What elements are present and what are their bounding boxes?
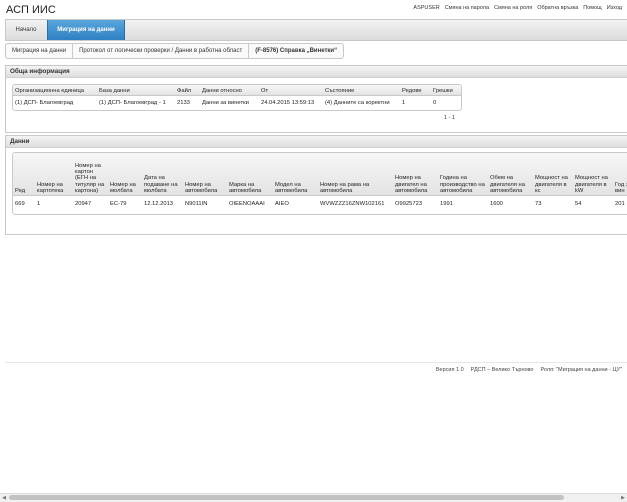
cell-card-number: 20947 [75,201,92,207]
cell-engine-volume: 1600 [490,201,503,207]
general-info-grid: Организационна единица База данни Файл Д… [12,84,462,111]
col-data-about[interactable]: Данни относно [200,85,259,96]
col-car-make[interactable]: Марка на автомобила [227,153,273,196]
scroll-left-icon[interactable]: ◀ [1,495,7,501]
data-grid: Ред Номер на картотека Номер на картон (… [12,152,627,215]
data-panel-title[interactable]: Данни [6,136,627,148]
breadcrumb: Миграция на данни Протокол от логически … [5,43,345,59]
col-application-number[interactable]: Номер на молбата [108,153,142,196]
breadcrumb-item-protocol[interactable]: Протокол от логически проверки / Данни в… [72,44,248,58]
horizontal-scrollbar[interactable]: ◀ ▶ [0,493,627,502]
col-car-number[interactable]: Номер на автомобила [183,153,227,196]
general-info-pager: 1 - 1 [444,115,456,121]
change-password-link[interactable]: Смяна на парола [445,5,489,11]
col-errors[interactable]: Грешки [431,85,461,96]
col-database[interactable]: База данни [97,85,175,96]
breadcrumb-item-current: (F-8576) Справка „Винетки“ [248,44,343,58]
user-link[interactable]: ASPUSER [413,5,439,11]
footer-role: Роля: "Миграция на данни - ЦУ" [540,367,622,373]
cell-row: 669 [15,201,25,207]
general-info-panel: Обща информация Организационна единица Б… [5,65,627,133]
change-role-link[interactable]: Смяна на роля [494,5,532,11]
cell-application-number: ЕС-79 [110,201,127,207]
col-car-model[interactable]: Модел на автомобила [273,153,318,196]
col-engine-number[interactable]: Номер на двигател на автомобила [393,153,438,196]
col-power-hp[interactable]: Мощност на двигателя в кс [533,153,573,196]
table-row[interactable]: 669 1 20947 ЕС-79 12.12.2013 N9011IN OIE… [13,196,627,213]
col-chassis-number[interactable]: Номер на рама на автомобила [318,153,393,196]
col-status[interactable]: Състояние [323,85,400,96]
col-engine-volume[interactable]: Обем на двигателя на автомобила [488,153,533,196]
menu-tab-data-migration[interactable]: Миграция на данни [47,20,125,40]
footer-version: Версия 1.0 [435,367,464,373]
col-rows[interactable]: Редове [400,85,431,96]
logout-link[interactable]: Изход [607,5,622,11]
top-links: ASPUSER Смяна на парола Смяна на роля Об… [413,5,622,11]
cell-car-make: OIEENOAAAI [229,201,265,207]
cell-car-number: N9011IN [185,201,208,207]
cell-engine-number: O9925723 [395,201,423,207]
cell-car-model: AIEO [275,201,289,207]
app-title: АСП ИИС [6,4,56,16]
footer: Версия 1.0 РДСП – Велико Търново Роля: "… [436,367,622,373]
cell-power-kw: 54 [575,201,582,207]
menu-tab-home[interactable]: Начало [6,20,46,40]
cell-power-hp: 73 [535,201,542,207]
breadcrumb-item-migration[interactable]: Миграция на данни [6,44,72,58]
col-org-unit[interactable]: Организационна единица [13,85,97,96]
data-panel: Данни Ред Номер на картотека Номер на ка… [5,135,627,235]
scroll-right-icon[interactable]: ▶ [620,495,626,501]
footer-divider [5,362,627,363]
cell-file: 2133 [177,100,190,106]
cell-application-date: 12.12.2013 [144,201,174,207]
col-card-file-number[interactable]: Номер на картотека [35,153,73,196]
help-link[interactable]: Помощ [583,5,601,11]
table-row[interactable]: (1) ДСП- Благоевград (1) ДСП- Благоевгра… [13,96,461,111]
data-header-row: Ред Номер на картотека Номер на картон (… [13,153,627,196]
col-row[interactable]: Ред [13,153,35,196]
cell-status: (4) Данните са коректни [325,100,390,106]
col-from[interactable]: От [259,85,323,96]
cell-data-about: Данни за винетки [202,100,249,106]
col-production-year[interactable]: Година на производство на автомобила [438,153,488,196]
cell-database: (1) ДСП- Благоевград - 1 [99,100,166,106]
scrollbar-thumb[interactable] [9,495,564,500]
cell-vignette-year: 201 [615,201,625,207]
main-menu: Начало Миграция на данни [5,19,627,41]
col-file[interactable]: Файл [175,85,200,96]
col-application-date[interactable]: Дата на подаване на молбата [142,153,183,196]
footer-office: РДСП – Велико Търново [470,367,534,373]
col-vignette-year[interactable]: Год за н се к вин [613,153,627,196]
cell-org-unit: (1) ДСП- Благоевград [15,100,74,106]
cell-card-file-number: 1 [37,201,41,207]
cell-production-year: 1991 [440,201,453,207]
general-info-title[interactable]: Обща информация [6,66,627,78]
general-info-header-row: Организационна единица База данни Файл Д… [13,85,461,96]
col-power-kw[interactable]: Мощност на двигателя в kW [573,153,613,196]
cell-errors: 0 [433,100,437,106]
feedback-link[interactable]: Обратна връзка [537,5,578,11]
col-card-number[interactable]: Номер на картон (ЕГН на титуляр на карто… [73,153,108,196]
cell-rows: 1 [402,100,406,106]
cell-chassis-number: WVWZZZ16ZNW102161 [320,201,385,207]
cell-from: 24.04.2015 13:59:13 [261,100,315,106]
